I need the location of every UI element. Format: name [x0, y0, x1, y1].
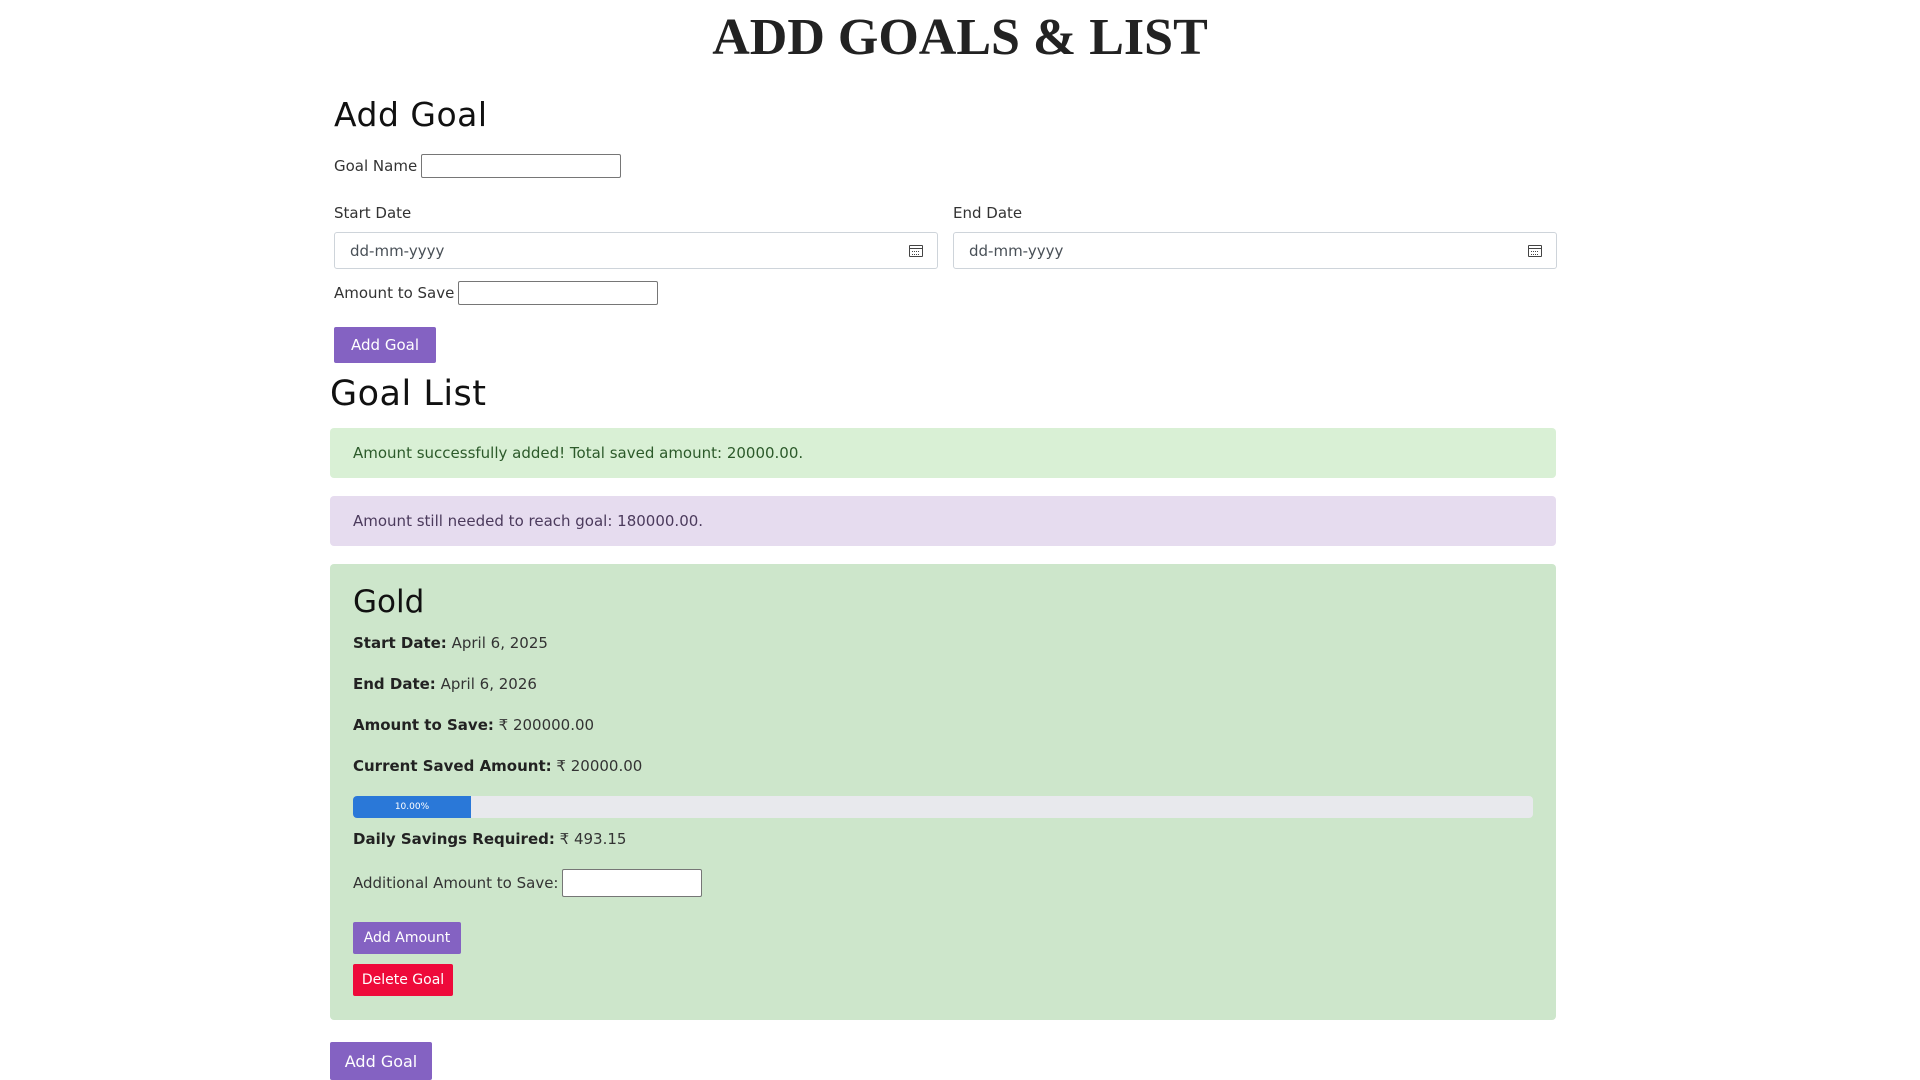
- goal-current-saved: Current Saved Amount: ₹ 20000.00: [353, 757, 642, 775]
- goal-list-heading: Goal List: [330, 374, 487, 414]
- start-date-label: Start Date: [334, 204, 412, 222]
- delete-goal-button[interactable]: Delete Goal: [353, 964, 453, 996]
- remaining-alert: Amount still needed to reach goal: 18000…: [330, 496, 1556, 546]
- amount-input[interactable]: [458, 281, 659, 305]
- calendar-icon[interactable]: [1528, 244, 1542, 257]
- goal-name-input[interactable]: [421, 154, 622, 178]
- add-goal-heading: Add Goal: [334, 95, 488, 134]
- start-date-placeholder: dd-mm-yyyy: [350, 241, 445, 260]
- goal-amount: Amount to Save: ₹ 200000.00: [353, 716, 594, 734]
- goal-end-date: End Date: April 6, 2026: [353, 675, 537, 693]
- goal-amount-value: ₹ 200000.00: [498, 716, 595, 734]
- end-date-placeholder: dd-mm-yyyy: [969, 241, 1064, 260]
- page-title: ADD GOALS & LIST: [712, 9, 1208, 66]
- additional-amount-row: Additional Amount to Save:: [353, 869, 703, 897]
- goal-current-saved-label: Current Saved Amount:: [353, 757, 552, 775]
- add-goal-button[interactable]: Add Goal: [334, 327, 436, 363]
- goal-card: Gold Start Date: April 6, 2025 End Date:…: [330, 564, 1556, 1020]
- success-alert: Amount successfully added! Total saved a…: [330, 428, 1556, 478]
- goal-end-date-value: April 6, 2026: [440, 675, 537, 693]
- add-goal-bottom-button[interactable]: Add Goal: [330, 1042, 432, 1080]
- goal-daily-savings-value: ₹ 493.15: [559, 830, 627, 848]
- goal-end-date-label: End Date:: [353, 675, 436, 693]
- goal-start-date: Start Date: April 6, 2025: [353, 634, 548, 652]
- add-amount-button[interactable]: Add Amount: [353, 922, 461, 954]
- goal-daily-savings-label: Daily Savings Required:: [353, 830, 555, 848]
- end-date-label: End Date: [953, 204, 1023, 222]
- start-date-input[interactable]: dd-mm-yyyy: [334, 232, 938, 269]
- additional-amount-input[interactable]: [562, 869, 703, 897]
- goal-title: Gold: [353, 584, 425, 620]
- calendar-icon[interactable]: [909, 244, 923, 257]
- goal-name-row: Goal Name: [334, 154, 622, 178]
- amount-row: Amount to Save: [334, 281, 659, 305]
- goal-daily-savings: Daily Savings Required: ₹ 493.15: [353, 830, 626, 848]
- additional-amount-label: Additional Amount to Save:: [353, 874, 559, 892]
- goal-current-saved-value: ₹ 20000.00: [556, 757, 643, 775]
- goal-progress-label: 10.00%: [394, 802, 430, 812]
- amount-label: Amount to Save: [334, 284, 455, 302]
- goal-start-date-label: Start Date:: [353, 634, 447, 652]
- end-date-group: End Date dd-mm-yyyy: [953, 204, 1557, 269]
- goal-progress-bar: 10.00%: [353, 796, 471, 818]
- goal-name-label: Goal Name: [334, 157, 418, 175]
- goal-progress: 10.00%: [353, 796, 1533, 818]
- start-date-group: Start Date dd-mm-yyyy: [334, 204, 938, 269]
- end-date-input[interactable]: dd-mm-yyyy: [953, 232, 1557, 269]
- goal-start-date-value: April 6, 2025: [451, 634, 548, 652]
- goal-amount-label: Amount to Save:: [353, 716, 494, 734]
